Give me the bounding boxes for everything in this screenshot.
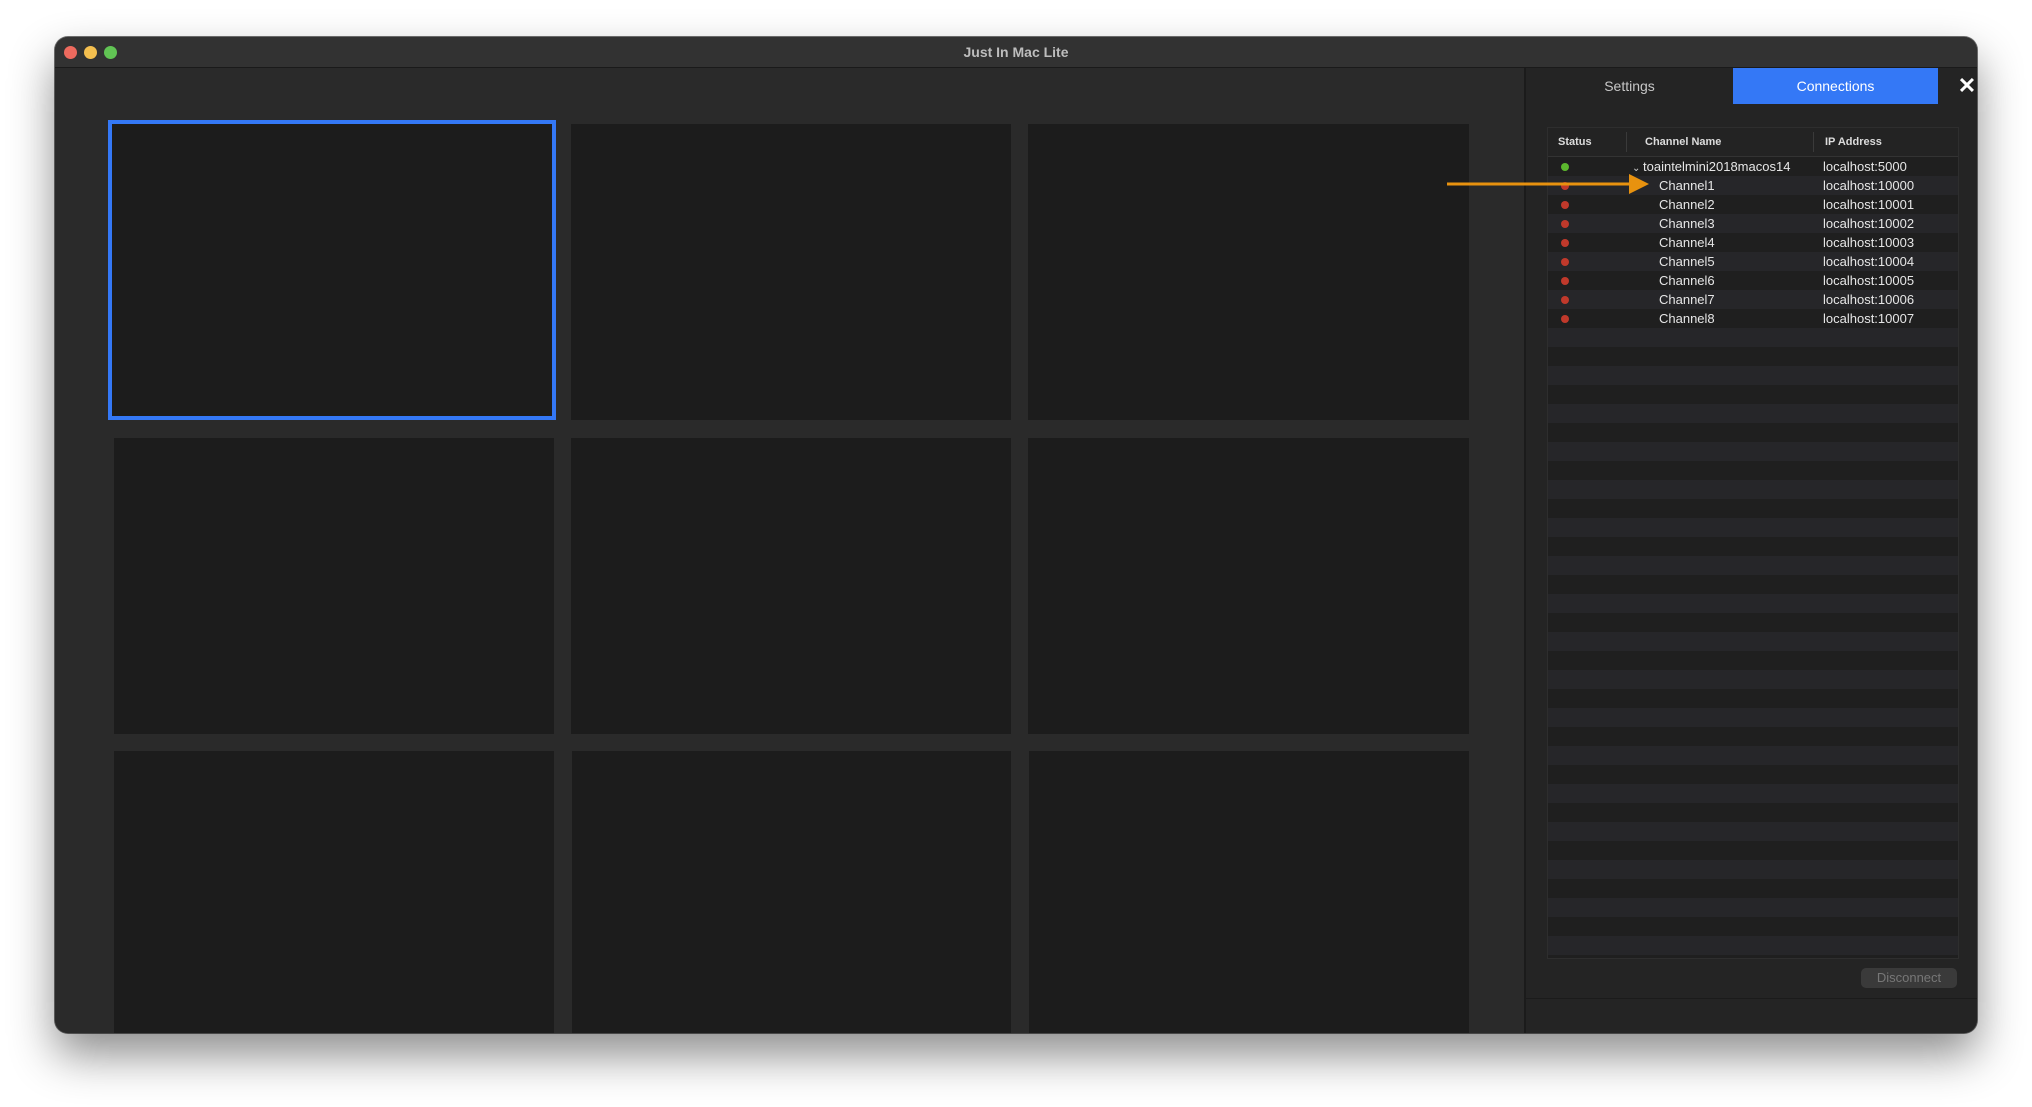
title-bar: Just In Mac Lite — [55, 37, 1977, 68]
ip-address: localhost:5000 — [1823, 159, 1907, 174]
empty-row — [1548, 347, 1958, 366]
channel-name: Channel8 — [1659, 311, 1715, 326]
empty-row — [1548, 708, 1958, 727]
channel-name: Channel2 — [1659, 197, 1715, 212]
ip-address: localhost:10006 — [1823, 292, 1915, 307]
channel-name: Channel6 — [1659, 273, 1715, 288]
table-row[interactable]: Channel3 localhost:10002 — [1548, 214, 1958, 233]
video-tile-7[interactable] — [114, 751, 554, 1033]
table-row[interactable]: Channel2 localhost:10001 — [1548, 195, 1958, 214]
empty-row — [1548, 879, 1958, 898]
status-dot — [1561, 277, 1569, 285]
empty-row — [1548, 803, 1958, 822]
empty-row — [1548, 860, 1958, 879]
tab-connections[interactable]: Connections — [1733, 68, 1938, 104]
empty-row — [1548, 423, 1958, 442]
status-dot — [1561, 220, 1569, 228]
table-row[interactable]: Channel8 localhost:10007 — [1548, 309, 1958, 328]
table-row[interactable]: Channel4 localhost:10003 — [1548, 233, 1958, 252]
empty-row — [1548, 442, 1958, 461]
ip-address: localhost:10000 — [1823, 178, 1915, 193]
empty-row — [1548, 632, 1958, 651]
empty-row — [1548, 727, 1958, 746]
empty-row — [1548, 556, 1958, 575]
status-dot — [1561, 296, 1569, 304]
channel-name: Channel3 — [1659, 216, 1715, 231]
window-title: Just In Mac Lite — [963, 44, 1069, 60]
channel-name: toaintelmini2018macos14 — [1643, 159, 1791, 174]
app-window: Just In Mac Lite Settings Connections ✕ … — [55, 37, 1977, 1033]
channel-name: Channel1 — [1659, 178, 1715, 193]
empty-row — [1548, 898, 1958, 917]
ip-address: localhost:10007 — [1823, 311, 1915, 326]
tab-settings[interactable]: Settings — [1526, 68, 1733, 104]
ip-address: localhost:10001 — [1823, 197, 1915, 212]
video-tile-9[interactable] — [1029, 751, 1469, 1033]
video-tile-6[interactable] — [1028, 438, 1469, 734]
video-tile-5[interactable] — [571, 438, 1011, 734]
column-divider[interactable] — [1813, 132, 1814, 152]
channel-name: Channel4 — [1659, 235, 1715, 250]
ip-address: localhost:10003 — [1823, 235, 1915, 250]
status-dot — [1561, 315, 1569, 323]
table-body: ⌄ toaintelmini2018macos14 localhost:5000 Ch… — [1548, 157, 1958, 958]
video-grid — [55, 68, 1524, 1033]
empty-row — [1548, 385, 1958, 404]
ip-address: localhost:10002 — [1823, 216, 1915, 231]
arrow-right-icon — [1447, 174, 1649, 194]
video-tile-8[interactable] — [572, 751, 1011, 1033]
empty-row — [1548, 651, 1958, 670]
channel-name: Channel5 — [1659, 254, 1715, 269]
empty-row — [1548, 765, 1958, 784]
column-divider[interactable] — [1626, 132, 1627, 152]
table-row[interactable]: Channel7 localhost:10006 — [1548, 290, 1958, 309]
empty-row — [1548, 404, 1958, 423]
ip-address: localhost:10005 — [1823, 273, 1915, 288]
video-tile-2[interactable] — [571, 124, 1011, 420]
table-header: Status Channel Name IP Address — [1548, 128, 1958, 157]
table-row[interactable]: Channel6 localhost:10005 — [1548, 271, 1958, 290]
empty-row — [1548, 613, 1958, 632]
disconnect-button[interactable]: Disconnect — [1861, 968, 1957, 988]
connections-panel: Settings Connections ✕ Status Channel Na… — [1524, 68, 1977, 1033]
status-dot — [1561, 201, 1569, 209]
empty-row — [1548, 670, 1958, 689]
panel-divider — [1526, 998, 1977, 999]
video-tile-4[interactable] — [114, 438, 554, 734]
empty-row — [1548, 366, 1958, 385]
empty-row — [1548, 746, 1958, 765]
empty-row — [1548, 594, 1958, 613]
column-header-status[interactable]: Status — [1558, 128, 1592, 156]
empty-row — [1548, 575, 1958, 594]
ip-address: localhost:10004 — [1823, 254, 1915, 269]
video-tile-3[interactable] — [1028, 124, 1469, 420]
empty-row — [1548, 518, 1958, 537]
empty-row — [1548, 784, 1958, 803]
close-panel-icon[interactable]: ✕ — [1954, 72, 1977, 100]
empty-row — [1548, 689, 1958, 708]
empty-row — [1548, 841, 1958, 860]
empty-row — [1548, 461, 1958, 480]
table-row[interactable]: Channel5 localhost:10004 — [1548, 252, 1958, 271]
column-header-channel-name[interactable]: Channel Name — [1645, 128, 1721, 156]
empty-row — [1548, 480, 1958, 499]
empty-row — [1548, 499, 1958, 518]
video-tile-1[interactable] — [108, 120, 556, 420]
status-dot — [1561, 239, 1569, 247]
empty-row — [1548, 936, 1958, 955]
empty-row — [1548, 537, 1958, 556]
channel-name: Channel7 — [1659, 292, 1715, 307]
empty-row — [1548, 328, 1958, 347]
empty-row — [1548, 917, 1958, 936]
status-dot — [1561, 258, 1569, 266]
column-header-ip-address[interactable]: IP Address — [1825, 128, 1882, 156]
status-dot — [1561, 163, 1569, 171]
connections-table: Status Channel Name IP Address ⌄ toaintel… — [1547, 127, 1959, 959]
empty-row — [1548, 822, 1958, 841]
